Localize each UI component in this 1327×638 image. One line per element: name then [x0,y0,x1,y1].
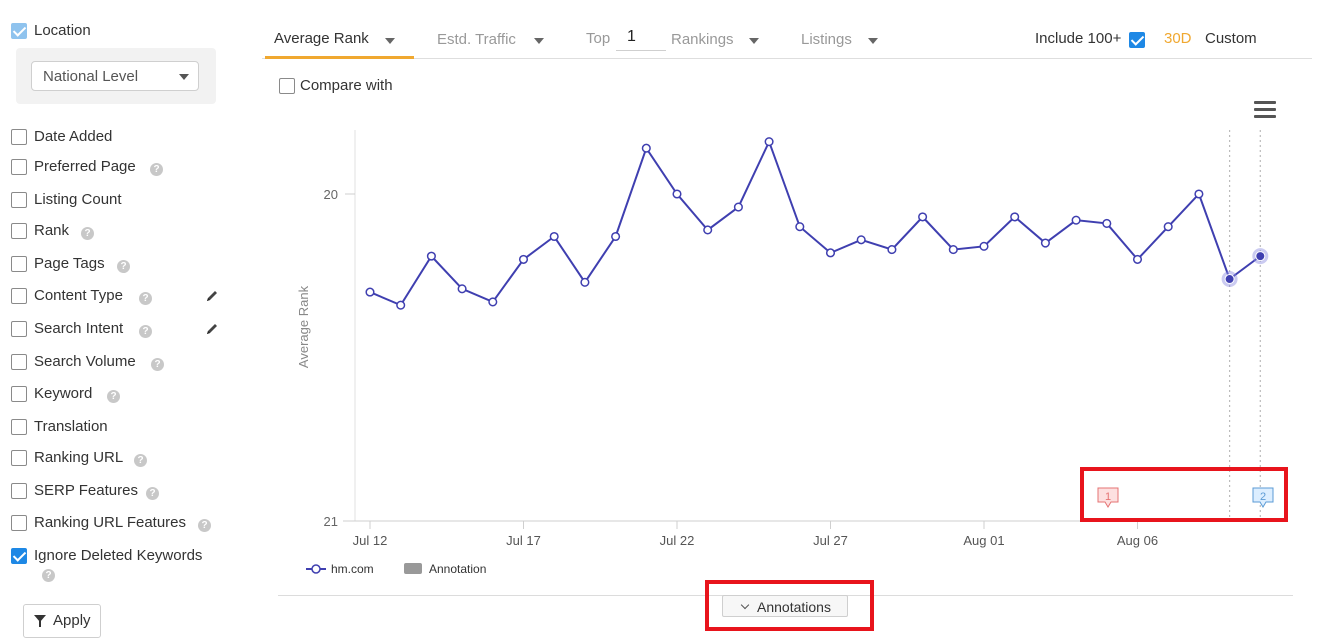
data-point[interactable] [488,297,498,307]
data-point[interactable] [1224,274,1235,285]
data-point[interactable] [365,287,375,297]
data-point[interactable] [580,277,590,287]
data-point[interactable] [518,254,529,264]
data-point[interactable] [948,245,958,255]
data-point[interactable] [856,235,866,245]
legend-annotation[interactable]: Annotation [429,562,486,576]
y-tick-label: 20 [324,187,338,202]
data-point[interactable] [1040,238,1050,248]
x-tick-label: Aug 01 [963,533,1004,548]
data-point[interactable] [825,248,836,258]
data-point[interactable] [1010,212,1020,222]
data-point[interactable] [1102,218,1112,228]
highlight-box-annotations-markers [1080,467,1288,522]
data-point[interactable] [887,245,897,255]
data-point[interactable] [918,212,928,222]
legend-line-marker [306,564,326,574]
y-tick-label: 21 [324,514,338,529]
data-point[interactable] [979,241,989,251]
data-point[interactable] [426,251,436,261]
data-point[interactable] [1163,222,1173,232]
x-tick-label: Jul 22 [660,533,695,548]
data-point[interactable] [764,137,774,147]
legend-annotation-marker [404,563,422,574]
data-point[interactable] [549,231,559,242]
x-tick-label: Aug 06 [1117,533,1158,548]
x-tick-label: Jul 27 [813,533,848,548]
legend-series-hm[interactable]: hm.com [331,562,374,576]
highlight-box-annotations-button [705,580,874,631]
data-point[interactable] [1255,251,1266,262]
x-tick-label: Jul 17 [506,533,541,548]
data-point[interactable] [795,222,805,232]
data-point[interactable] [1194,189,1204,199]
average-rank-chart: 20 21 Average Rank Jul 12 Jul 17 Jul 22 Jul 27… [296,130,1282,548]
y-axis-title: Average Rank [296,285,311,368]
series-line-hm.com [369,139,1261,307]
data-point[interactable] [1071,215,1081,225]
data-point[interactable] [396,300,406,310]
data-point[interactable] [672,189,682,199]
x-tick-label: Jul 12 [353,533,388,548]
data-point[interactable] [733,202,743,212]
data-point[interactable] [457,284,467,294]
data-point[interactable] [641,143,651,153]
data-point[interactable] [1132,254,1143,264]
data-point[interactable] [611,231,621,242]
data-point[interactable] [703,225,713,235]
